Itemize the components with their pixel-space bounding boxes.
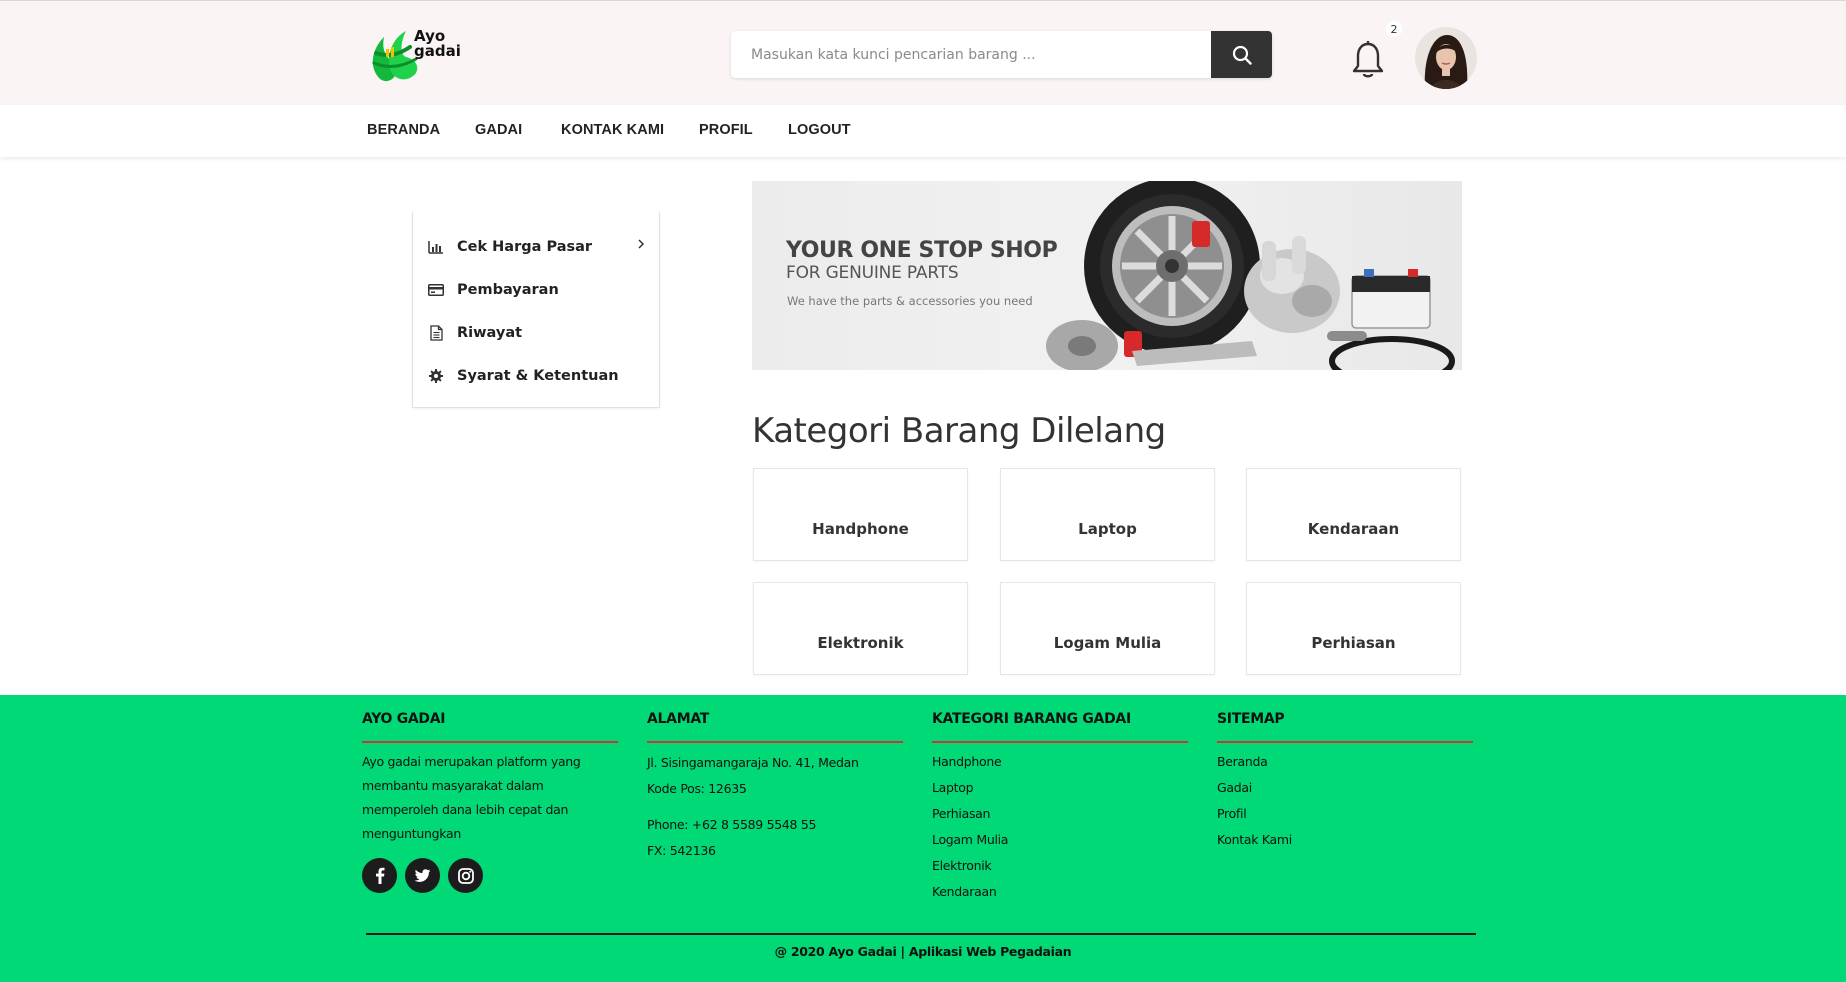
search-icon [1232,45,1252,65]
footer-link-laptop[interactable]: Laptop [932,775,1188,801]
social-links [362,858,618,893]
footer-about-text: Ayo gadai merupakan platform yang memban… [362,754,581,841]
footer-sitemap-heading: SITEMAP [1217,711,1473,743]
category-label: Kendaraan [1307,520,1400,538]
facebook-icon [375,867,384,884]
category-label: Elektronik [817,634,904,652]
car-parts-image [1046,181,1455,370]
search-bar [731,31,1272,78]
footer-categories: KATEGORI BARANG GADAI Handphone Laptop P… [932,711,1188,905]
nav-item-profil[interactable]: PROFIL [699,122,753,138]
category-label: Laptop [1078,520,1137,538]
category-card-kendaraan[interactable]: Kendaraan [1246,468,1461,561]
promo-banner[interactable]: YOUR ONE STOP SHOP FOR GENUINE PARTS We … [752,181,1462,370]
sidebar-item-riwayat[interactable]: Riwayat [427,321,522,345]
notification-badge: 2 [1386,21,1402,37]
category-card-elektronik[interactable]: Elektronik [753,582,968,675]
footer-link-profil[interactable]: Profil [1217,801,1473,827]
sidebar-menu: Cek Harga Pasar Pembayaran Riwayat Syara… [412,212,660,408]
category-card-perhiasan[interactable]: Perhiasan [1246,582,1461,675]
nav-item-gadai[interactable]: GADAI [475,122,522,138]
footer-postal: Kode Pos: 12635 [647,781,747,796]
logo-line-2: gadai [414,42,461,60]
nav-item-beranda[interactable]: BERANDA [367,122,440,138]
chevron-right-icon[interactable] [637,238,645,250]
sidebar-item-syarat-ketentuan[interactable]: Syarat & Ketentuan [427,364,619,388]
facebook-button[interactable] [362,858,397,893]
category-label: Handphone [812,520,909,538]
sidebar-item-label: Syarat & Ketentuan [457,368,619,384]
category-card-handphone[interactable]: Handphone [753,468,968,561]
footer-phone: Phone: +62 8 5589 5548 55 [647,817,817,832]
sidebar-item-label: Riwayat [457,325,523,341]
footer-link-perhiasan[interactable]: Perhiasan [932,801,1188,827]
user-avatar-icon [1415,27,1477,89]
twitter-icon [414,868,431,882]
top-header: Ayo gadai 2 [0,0,1846,105]
footer-link-beranda[interactable]: Beranda [1217,749,1473,775]
search-button[interactable] [1211,31,1272,78]
category-card-laptop[interactable]: Laptop [1000,468,1215,561]
footer-divider [366,933,1476,935]
footer-link-gadai[interactable]: Gadai [1217,775,1473,801]
footer-link-kendaraan[interactable]: Kendaraan [932,879,1188,905]
document-icon [427,324,445,342]
footer-about: AYO GADAI Ayo gadai merupakan platform y… [362,711,618,893]
footer-fax: FX: 542136 [647,843,716,858]
gear-icon [427,367,445,385]
sidebar-item-pembayaran[interactable]: Pembayaran [427,278,559,302]
footer-link-elektronik[interactable]: Elektronik [932,853,1188,879]
footer-about-heading: AYO GADAI [362,711,618,743]
nav-item-logout[interactable]: LOGOUT [788,122,851,138]
bell-icon[interactable] [1350,39,1386,81]
sidebar-item-label: Pembayaran [457,282,559,298]
avatar[interactable] [1415,27,1477,89]
nav-item-kontak-kami[interactable]: KONTAK KAMI [561,122,664,138]
category-label: Perhiasan [1311,634,1396,652]
footer-categories-heading: KATEGORI BARANG GADAI [932,711,1188,743]
logo-text: Ayo gadai [414,29,461,59]
search-input[interactable] [731,31,1211,78]
instagram-icon [457,867,474,884]
footer: AYO GADAI Ayo gadai merupakan platform y… [0,695,1846,982]
footer-address: ALAMAT Jl. Sisingamangaraja No. 41, Meda… [647,711,903,864]
twitter-button[interactable] [405,858,440,893]
credit-card-icon [427,281,445,299]
bar-chart-icon [427,238,445,256]
footer-street: Jl. Sisingamangaraja No. 41, Medan [647,755,859,770]
footer-link-handphone[interactable]: Handphone [932,749,1188,775]
main-navigation: BERANDA GADAI KONTAK KAMI PROFIL LOGOUT [0,105,1846,157]
section-title: Kategori Barang Dilelang [752,411,1166,451]
copyright-text: @ 2020 Ayo Gadai | Aplikasi Web Pegadaia… [774,944,1072,959]
footer-link-kontak-kami[interactable]: Kontak Kami [1217,827,1473,853]
footer-link-logam-mulia[interactable]: Logam Mulia [932,827,1188,853]
sidebar-item-cek-harga-pasar[interactable]: Cek Harga Pasar [427,235,592,259]
footer-sitemap: SITEMAP Beranda Gadai Profil Kontak Kami [1217,711,1473,853]
category-card-logam-mulia[interactable]: Logam Mulia [1000,582,1215,675]
sidebar-item-label: Cek Harga Pasar [457,239,593,255]
instagram-button[interactable] [448,858,483,893]
category-label: Logam Mulia [1053,634,1162,652]
footer-address-heading: ALAMAT [647,711,903,743]
